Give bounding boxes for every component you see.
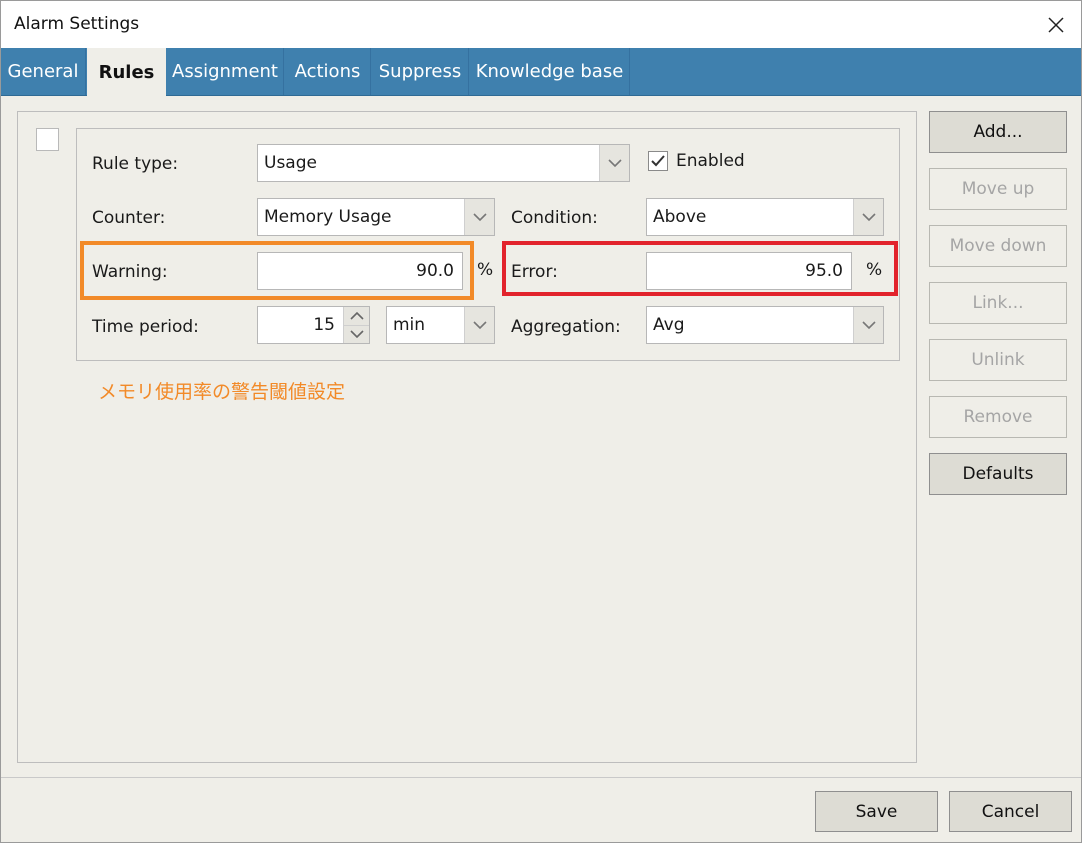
- title-bar: Alarm Settings: [1, 1, 1081, 48]
- tab-suppress[interactable]: Suppress: [372, 48, 469, 95]
- stepper-buttons: [343, 307, 369, 343]
- chevron-down-icon: [464, 307, 494, 343]
- chevron-down-icon: [853, 199, 883, 235]
- rule-select-checkbox[interactable]: [36, 128, 59, 151]
- add-button[interactable]: Add...: [929, 111, 1067, 153]
- stepper-down-button[interactable]: [344, 325, 369, 343]
- chevron-down-icon: [599, 145, 629, 181]
- warning-highlight-box: [80, 241, 474, 300]
- condition-label: Condition:: [511, 208, 598, 228]
- unlink-button[interactable]: Unlink: [929, 339, 1067, 381]
- counter-label: Counter:: [92, 208, 166, 228]
- close-button[interactable]: [1031, 1, 1081, 48]
- counter-value: Memory Usage: [264, 207, 392, 227]
- condition-dropdown[interactable]: Above: [646, 198, 884, 236]
- tab-assignment[interactable]: Assignment: [167, 48, 284, 95]
- time-unit-dropdown[interactable]: min: [386, 306, 495, 344]
- chevron-down-icon: [464, 199, 494, 235]
- aggregation-label: Aggregation:: [511, 317, 621, 337]
- time-period-stepper[interactable]: 15: [257, 306, 370, 344]
- time-period-label: Time period:: [92, 317, 199, 337]
- chevron-down-icon: [853, 307, 883, 343]
- enabled-checkbox[interactable]: [648, 151, 668, 171]
- cancel-button[interactable]: Cancel: [949, 791, 1072, 832]
- warning-unit: %: [477, 260, 494, 280]
- link-button[interactable]: Link...: [929, 282, 1067, 324]
- checkmark-icon: [651, 155, 665, 167]
- move-down-button[interactable]: Move down: [929, 225, 1067, 267]
- aggregation-dropdown[interactable]: Avg: [646, 306, 884, 344]
- chevron-up-icon: [349, 311, 364, 320]
- time-period-value: 15: [313, 315, 335, 335]
- error-highlight-box: [502, 241, 898, 296]
- stepper-up-button[interactable]: [344, 307, 369, 326]
- time-unit-value: min: [393, 315, 426, 335]
- chevron-down-icon: [349, 330, 364, 339]
- remove-button[interactable]: Remove: [929, 396, 1067, 438]
- tab-actions[interactable]: Actions: [285, 48, 371, 95]
- rule-type-dropdown[interactable]: Usage: [257, 144, 630, 182]
- footer-divider: [1, 777, 1081, 778]
- aggregation-value: Avg: [653, 315, 685, 335]
- tab-rules[interactable]: Rules: [87, 48, 166, 96]
- enabled-label: Enabled: [676, 151, 745, 171]
- rule-type-label: Rule type:: [92, 154, 179, 174]
- counter-dropdown[interactable]: Memory Usage: [257, 198, 495, 236]
- annotation-text: メモリ使用率の警告閾値設定: [98, 381, 346, 403]
- condition-value: Above: [653, 207, 707, 227]
- save-button[interactable]: Save: [815, 791, 938, 832]
- close-icon: [1048, 16, 1064, 33]
- window-title: Alarm Settings: [14, 14, 140, 34]
- alarm-settings-window: Alarm Settings General Rules Assignment …: [0, 0, 1082, 843]
- tab-general[interactable]: General: [1, 48, 86, 95]
- tab-bar: General Rules Assignment Actions Suppres…: [1, 48, 1081, 96]
- move-up-button[interactable]: Move up: [929, 168, 1067, 210]
- rule-type-value: Usage: [264, 153, 317, 173]
- defaults-button[interactable]: Defaults: [929, 453, 1067, 495]
- tab-knowledge-base[interactable]: Knowledge base: [470, 48, 630, 95]
